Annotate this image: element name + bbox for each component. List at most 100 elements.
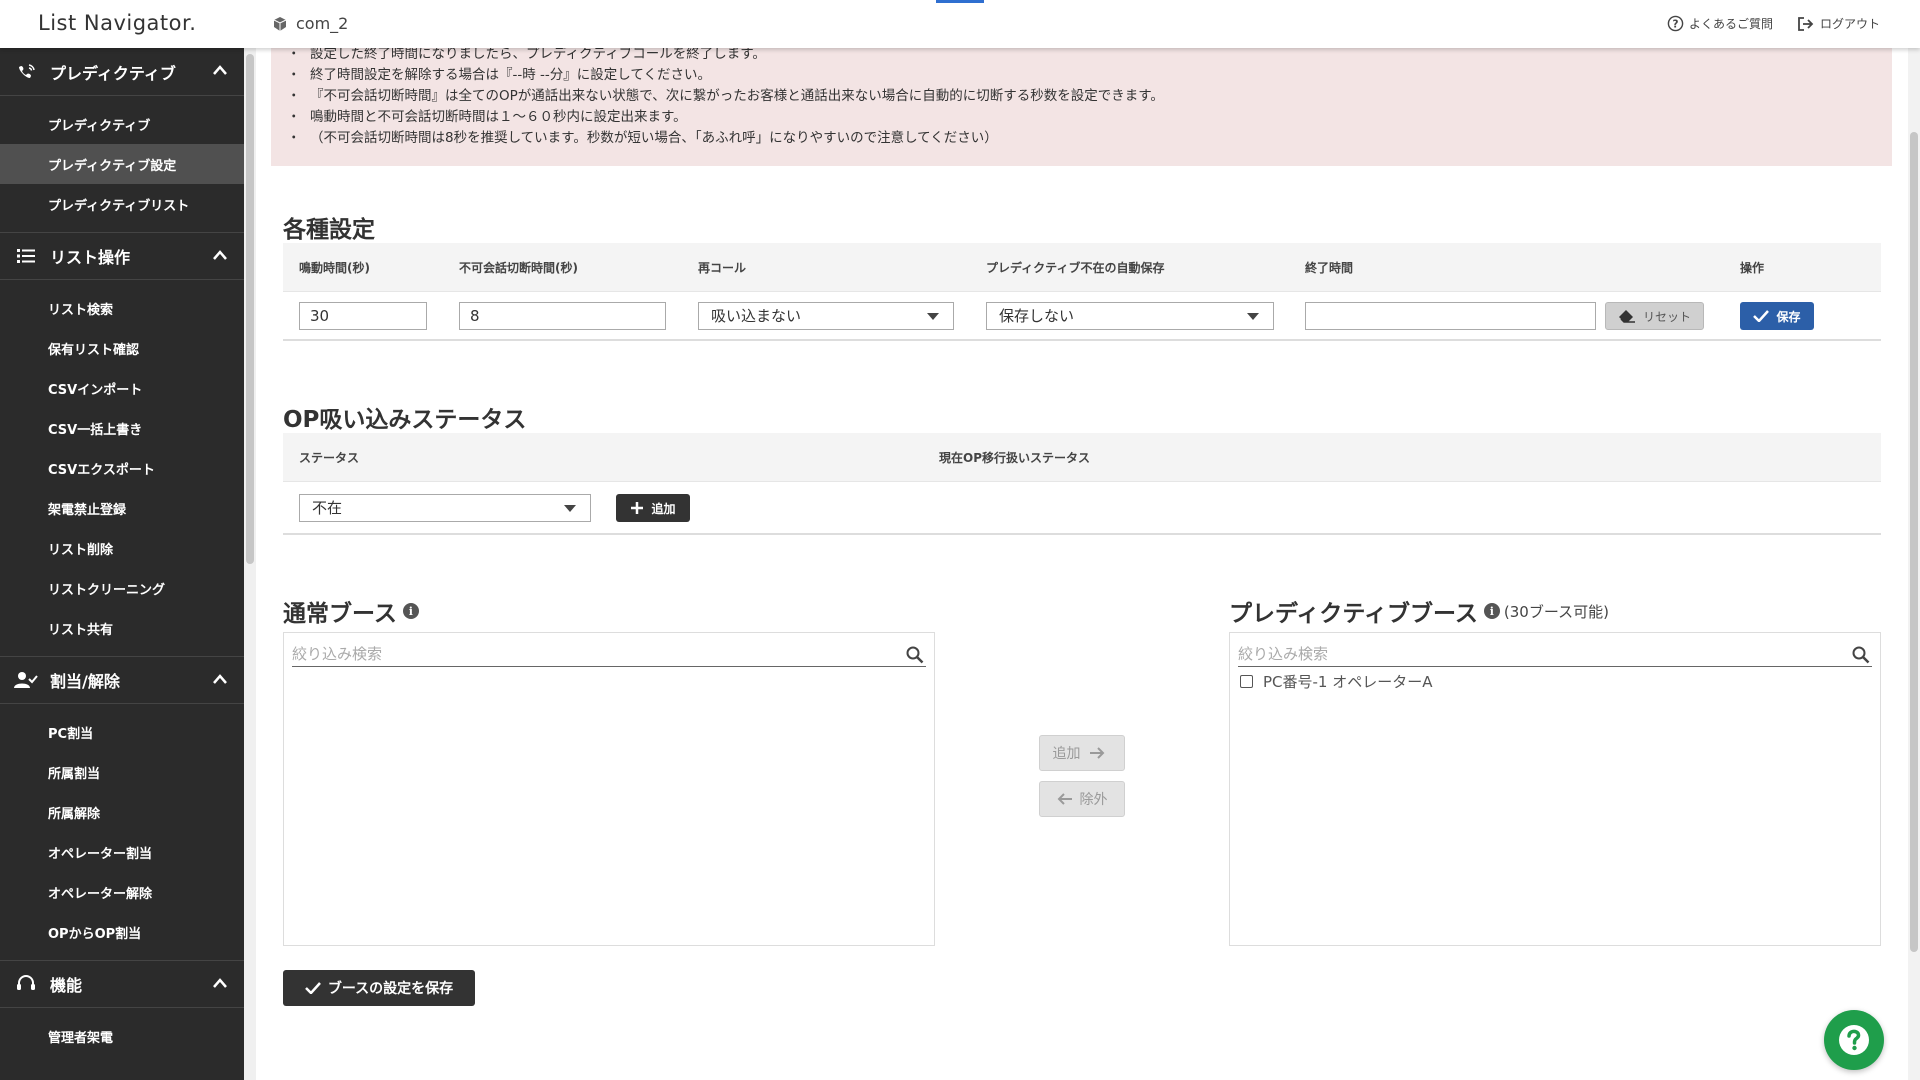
cube-icon xyxy=(273,16,287,31)
chevron-up-icon xyxy=(213,674,227,684)
sidebar-section-assign[interactable]: 割当/解除 xyxy=(0,656,244,704)
sidebar-item-predictive[interactable]: プレディクティブ xyxy=(0,104,244,144)
header-cutoff-time: 不可会話切断時間(秒) xyxy=(459,261,578,275)
question-circle-icon: ? xyxy=(1667,15,1684,32)
sidebar-item-list-delete[interactable]: リスト削除 xyxy=(0,528,244,568)
settings-table: 鳴動時間(秒) 不可会話切断時間(秒) 再コール プレディクティブ不在の自動保存… xyxy=(283,243,1881,341)
sidebar-item-csv-import[interactable]: CSVインポート xyxy=(0,368,244,408)
help-button[interactable] xyxy=(1824,1010,1884,1070)
add-status-button[interactable]: 追加 xyxy=(616,494,690,522)
predictive-booth-list: 絞り込み検索 PC番号-1 オペレーターA xyxy=(1229,632,1881,946)
sidebar-item-op-to-op[interactable]: OPからOP割当 xyxy=(0,912,244,952)
caret-down-icon xyxy=(564,505,576,512)
booth-item-label: PC番号-1 オペレーターA xyxy=(1263,673,1433,691)
sidebar-section-predictive[interactable]: プレディクティブ xyxy=(0,48,244,96)
save-label: 保存 xyxy=(1776,309,1801,324)
save-settings-button[interactable]: 保存 xyxy=(1740,302,1814,330)
save-booth-settings-button[interactable]: ブースの設定を保存 xyxy=(283,970,475,1006)
save-booth-settings-label: ブースの設定を保存 xyxy=(327,981,454,997)
notice-line: 『不可会話切断時間』は全てのOPが通話出来ない状態で、次に繋がったお客様と通話出… xyxy=(287,86,1872,107)
sidebar-item-list-cleaning[interactable]: リストクリーニング xyxy=(0,568,244,608)
sidebar-item-operator-assign[interactable]: オペレーター割当 xyxy=(0,832,244,872)
sidebar-item-operator-release[interactable]: オペレーター解除 xyxy=(0,872,244,912)
sidebar-item-list-search[interactable]: リスト検索 xyxy=(0,288,244,328)
normal-booth-title: 通常ブース i xyxy=(283,594,419,628)
status-select-value: 不在 xyxy=(312,499,343,517)
sidebar-scrollbar[interactable] xyxy=(244,48,256,1080)
sidebar-item-group-assign[interactable]: 所属割当 xyxy=(0,752,244,792)
status-select[interactable]: 不在 xyxy=(299,494,591,522)
sidebar-item-call-block[interactable]: 架電禁止登録 xyxy=(0,488,244,528)
sidebar-scrollbar-thumb[interactable] xyxy=(246,54,254,564)
sidebar-item-admin-call[interactable]: 管理者架電 xyxy=(0,1016,244,1056)
normal-booth-search[interactable]: 絞り込み検索 xyxy=(292,643,926,667)
top-header: List Navigator. com_2 ? よくあるご質問 ログアウト xyxy=(0,0,1920,48)
company-label: com_2 xyxy=(296,14,349,33)
header-status: ステータス xyxy=(299,451,360,465)
sidebar-item-predictive-settings[interactable]: プレディクティブ設定 xyxy=(0,144,244,184)
sidebar: プレディクティブ プレディクティブ プレディクティブ設定 プレディクティブリスト… xyxy=(0,48,244,1080)
chevron-up-icon xyxy=(213,65,227,75)
end-time-input[interactable] xyxy=(1305,302,1596,330)
top-indicator xyxy=(936,0,984,3)
sidebar-item-csv-export[interactable]: CSVエクスポート xyxy=(0,448,244,488)
headset-icon xyxy=(14,975,38,993)
sidebar-item-pc-assign[interactable]: PC割当 xyxy=(0,712,244,752)
info-icon[interactable]: i xyxy=(402,603,419,619)
auto-save-select-value: 保存しない xyxy=(999,307,1075,325)
user-check-icon xyxy=(14,671,38,689)
remove-booth-button[interactable]: 除外 xyxy=(1039,781,1125,817)
header-current-status: 現在OP移行扱いステータス xyxy=(939,451,1090,465)
booth-checkbox[interactable] xyxy=(1240,675,1253,688)
notice-line: 鳴動時間と不可会話切断時間は１～６０秒内に設定出来ます。 xyxy=(287,107,1872,128)
sidebar-item-csv-overwrite[interactable]: CSV一括上書き xyxy=(0,408,244,448)
header-ring-time: 鳴動時間(秒) xyxy=(299,261,370,275)
search-icon xyxy=(906,646,924,664)
recall-select-value: 吸い込まない xyxy=(711,307,802,325)
predictive-booth-search[interactable]: 絞り込み検索 xyxy=(1238,643,1872,667)
company-name: com_2 xyxy=(272,14,348,33)
app-logo[interactable]: List Navigator. xyxy=(38,11,196,35)
faq-link[interactable]: ? よくあるご質問 xyxy=(1667,15,1773,32)
recall-select[interactable]: 吸い込まない xyxy=(698,302,954,330)
cutoff-time-input[interactable]: 8 xyxy=(459,302,666,330)
normal-booth-title-text: 通常ブース xyxy=(283,601,397,627)
sidebar-section-list-ops[interactable]: リスト操作 xyxy=(0,232,244,280)
notice-line: 終了時間設定を解除する場合は『--時 --分』に設定してください。 xyxy=(287,65,1872,86)
sidebar-item-predictive-list[interactable]: プレディクティブリスト xyxy=(0,184,244,224)
predictive-booth-title: プレディクティブブース i (30ブース可能) xyxy=(1229,594,1609,628)
search-icon xyxy=(1852,646,1870,664)
predictive-icon xyxy=(14,63,38,81)
settings-table-row: 30 8 吸い込まない 保存しない リセット 保存 xyxy=(283,291,1881,341)
normal-booth-list: 絞り込み検索 xyxy=(283,632,935,946)
main-content: 設定した終了時間になりましたら、プレディクティブコールを終了します。 終了時間設… xyxy=(256,44,1908,1080)
faq-label: よくあるご質問 xyxy=(1688,17,1773,31)
arrow-left-icon xyxy=(1057,793,1072,805)
reset-label: リセット xyxy=(1642,309,1691,324)
normal-booth-search-placeholder: 絞り込み検索 xyxy=(292,645,383,663)
sidebar-item-list-share[interactable]: リスト共有 xyxy=(0,608,244,648)
op-status-table-header: ステータス 現在OP移行扱いステータス xyxy=(283,433,1881,481)
main-scrollbar-thumb[interactable] xyxy=(1910,132,1918,952)
header-auto-save: プレディクティブ不在の自動保存 xyxy=(986,261,1165,275)
list-item[interactable]: PC番号-1 オペレーターA xyxy=(1240,671,1433,692)
logout-link[interactable]: ログアウト xyxy=(1797,15,1880,32)
list-icon xyxy=(14,248,38,264)
auto-save-select[interactable]: 保存しない xyxy=(986,302,1274,330)
header-actions: ? よくあるご質問 ログアウト xyxy=(1643,15,1880,32)
plus-icon xyxy=(631,502,644,514)
sidebar-item-owned-list[interactable]: 保有リスト確認 xyxy=(0,328,244,368)
reset-button[interactable]: リセット xyxy=(1605,302,1704,330)
predictive-booth-capacity: (30ブース可能) xyxy=(1503,602,1609,621)
info-icon[interactable]: i xyxy=(1483,603,1500,619)
sidebar-section-title: 機能 xyxy=(50,976,83,995)
add-booth-button[interactable]: 追加 xyxy=(1039,735,1125,771)
main-scrollbar[interactable] xyxy=(1908,48,1920,1080)
caret-down-icon xyxy=(1247,313,1259,320)
op-status-table-row: 不在 追加 xyxy=(283,481,1881,535)
header-action: 操作 xyxy=(1740,261,1765,275)
sidebar-item-group-release[interactable]: 所属解除 xyxy=(0,792,244,832)
settings-title: 各種設定 xyxy=(283,217,375,243)
ring-time-input[interactable]: 30 xyxy=(299,302,427,330)
sidebar-section-functions[interactable]: 機能 xyxy=(0,960,244,1008)
